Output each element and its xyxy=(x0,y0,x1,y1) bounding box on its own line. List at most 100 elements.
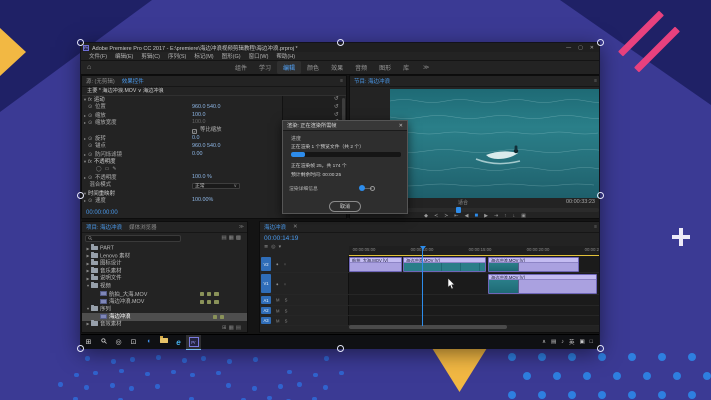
chime-toggle[interactable] xyxy=(359,185,375,191)
taskbar-premiere-active[interactable]: Pr xyxy=(186,335,201,350)
tab-媒体浏览[interactable]: 媒体浏览器 xyxy=(129,223,157,231)
workspace-tab-学习[interactable]: 学习 xyxy=(253,61,277,74)
clip-item-海边冲浪.MOV[interactable]: 海边冲浪.MOV xyxy=(82,298,248,306)
effect-row-缩放[interactable]: ▸⊙缩放100.0↺ xyxy=(82,112,347,120)
effect-controls-timecode[interactable]: 00:00:00:00 xyxy=(86,210,118,216)
delete-icon[interactable]: ▤ xyxy=(236,325,243,331)
selection-handle[interactable] xyxy=(77,345,84,352)
param-value[interactable]: 960.0 540.0 xyxy=(192,143,220,151)
mark-in-icon[interactable]: ≺ xyxy=(434,213,438,219)
param-value[interactable]: 100.00% xyxy=(192,197,213,205)
workspace-tab-组件[interactable]: 组件 xyxy=(229,61,253,74)
panel-menu-icon[interactable]: ≡ xyxy=(340,78,343,84)
step-forward-icon[interactable]: ▶ xyxy=(484,213,488,219)
maximize-button[interactable]: ▢ xyxy=(578,45,583,51)
play-stop-icon[interactable]: ■ xyxy=(474,213,478,219)
menu-序列[interactable]: 序列(S) xyxy=(164,52,190,60)
project-search-input[interactable] xyxy=(85,235,181,242)
lift-icon[interactable]: ↑ xyxy=(504,213,507,219)
tab-program-monitor[interactable]: 节目: 海边冲浪 xyxy=(354,77,390,85)
bin-item-PART[interactable]: ▶PART xyxy=(82,245,248,253)
bin-item-序列[interactable]: ▼序列 xyxy=(82,306,248,314)
checkbox-icon[interactable]: ✓ xyxy=(192,129,197,134)
workspace-overflow-icon[interactable]: ≫ xyxy=(423,64,429,71)
track-header-A3[interactable]: A3 M S xyxy=(260,316,349,325)
timeline-scrollbar[interactable] xyxy=(349,325,507,329)
menu-图形[interactable]: 图形(G) xyxy=(218,52,245,60)
tray-expand-icon[interactable]: ∧ xyxy=(542,339,546,345)
clip-item-航拍_大海.MOV[interactable]: 航拍_大海.MOV xyxy=(82,291,248,299)
workspace-tab-库[interactable]: 库 xyxy=(397,61,415,74)
workspace-tab-颜色[interactable]: 颜色 xyxy=(301,61,325,74)
param-value[interactable]: 960.0 540.0 xyxy=(192,104,220,112)
selection-handle[interactable] xyxy=(337,345,344,352)
bin-item-说明文件[interactable]: ▶说明文件 xyxy=(82,275,248,283)
param-value[interactable]: 100.0 % xyxy=(192,174,212,182)
workspace-tab-图形[interactable]: 图形 xyxy=(373,61,397,74)
close-sequence-icon[interactable]: ✕ xyxy=(293,224,298,230)
list-view-icon[interactable]: ▤ xyxy=(221,235,228,241)
bin-item-音乐素材[interactable]: ▶音乐素材 xyxy=(82,268,248,276)
timeline-playhead[interactable] xyxy=(422,246,423,326)
track-target-A3[interactable]: A3 xyxy=(261,317,271,324)
selection-handle[interactable] xyxy=(337,39,344,46)
track-target-A2[interactable]: A2 xyxy=(261,307,271,314)
blend-mode-dropdown[interactable]: 正常∨ xyxy=(192,183,240,189)
clip-item-海边冲浪[interactable]: 海边冲浪 xyxy=(82,313,248,321)
param-value[interactable]: 100.0 xyxy=(192,112,206,120)
add-marker-icon[interactable]: ◆ xyxy=(424,213,428,219)
go-to-in-icon[interactable]: ⇤ xyxy=(454,213,458,219)
bin-item-Lenovo 素材[interactable]: ▶Lenovo 素材 xyxy=(82,253,248,261)
zoom-fit-dropdown[interactable]: 适合 xyxy=(458,199,468,206)
menu-编辑[interactable]: 编辑(E) xyxy=(111,52,137,60)
battery-icon[interactable]: ▤ xyxy=(551,339,556,345)
selection-handle[interactable] xyxy=(597,345,604,352)
reset-icon[interactable]: ↺ xyxy=(334,104,339,112)
menu-剪辑[interactable]: 剪辑(C) xyxy=(137,52,164,60)
track-toggles[interactable]: ● ○ xyxy=(276,262,288,267)
pen-mask-icon[interactable]: ✎ xyxy=(112,166,119,172)
effect-row-运动[interactable]: ▼fx运动↺ xyxy=(82,96,347,104)
effect-row-位置[interactable]: ⊙位置960.0 540.0↺ xyxy=(82,104,347,112)
timeline-clip[interactable]: 航拍_大海.MOV [V] xyxy=(349,257,402,273)
menu-标记[interactable]: 标记(M) xyxy=(190,52,217,60)
go-to-out-icon[interactable]: ⇥ xyxy=(494,213,498,219)
menu-帮助[interactable]: 帮助(H) xyxy=(272,52,299,60)
param-value[interactable]: 0.0 xyxy=(192,135,200,143)
cortana-icon[interactable]: ◎ xyxy=(111,338,126,347)
track-target-A1[interactable]: A1 xyxy=(261,296,271,304)
menu-文件[interactable]: 文件(F) xyxy=(85,52,111,60)
browser-app-icon[interactable]: ◖ xyxy=(141,338,156,347)
panel-menu-icon[interactable]: ≡ xyxy=(594,224,597,230)
search-icon[interactable] xyxy=(96,338,111,347)
bin-item-视频[interactable]: ▼视频 xyxy=(82,283,248,291)
workspace-tab-音频[interactable]: 音频 xyxy=(349,61,373,74)
track-toggles[interactable]: ● ○ xyxy=(276,281,288,286)
menu-窗口[interactable]: 窗口(W) xyxy=(245,52,273,60)
tab-项目:[interactable]: 项目: 海边冲浪 xyxy=(86,223,122,231)
reset-icon[interactable]: ↺ xyxy=(334,112,339,120)
extract-icon[interactable]: ↓ xyxy=(513,213,516,219)
tab-源: (无剪辑)[interactable]: 源: (无剪辑) xyxy=(86,77,115,85)
task-view-icon[interactable]: ⊡ xyxy=(126,338,141,347)
track-toggles[interactable]: M S xyxy=(276,298,289,303)
program-video-preview[interactable] xyxy=(390,89,599,198)
panel-menu-icon[interactable]: ≡ xyxy=(594,78,597,84)
export-frame-icon[interactable]: ▣ xyxy=(521,213,526,219)
selection-handle[interactable] xyxy=(77,192,84,199)
start-button[interactable]: ⊞ xyxy=(81,338,96,346)
timeline-clip[interactable]: 海边冲浪.MOV [V] xyxy=(403,257,486,273)
home-icon[interactable]: ⌂ xyxy=(87,64,91,71)
new-item-icon[interactable]: ▦ xyxy=(229,325,236,331)
track-target-V1[interactable]: V1 xyxy=(261,274,271,293)
stopwatch-icon[interactable]: ⊙ xyxy=(88,143,95,151)
ime-indicator[interactable]: 英 xyxy=(569,338,575,346)
volume-icon[interactable]: ♪ xyxy=(561,339,564,345)
tab-效果控件[interactable]: 效果控件 xyxy=(122,77,144,85)
selection-handle[interactable] xyxy=(597,192,604,199)
bin-item-图标设计[interactable]: ▶图标设计 xyxy=(82,260,248,268)
selection-handle[interactable] xyxy=(597,39,604,46)
track-header-A2[interactable]: A2M S xyxy=(260,306,349,315)
track-toggles[interactable]: M S xyxy=(276,318,289,323)
ellipse-mask-icon[interactable]: ◯ xyxy=(96,166,105,172)
